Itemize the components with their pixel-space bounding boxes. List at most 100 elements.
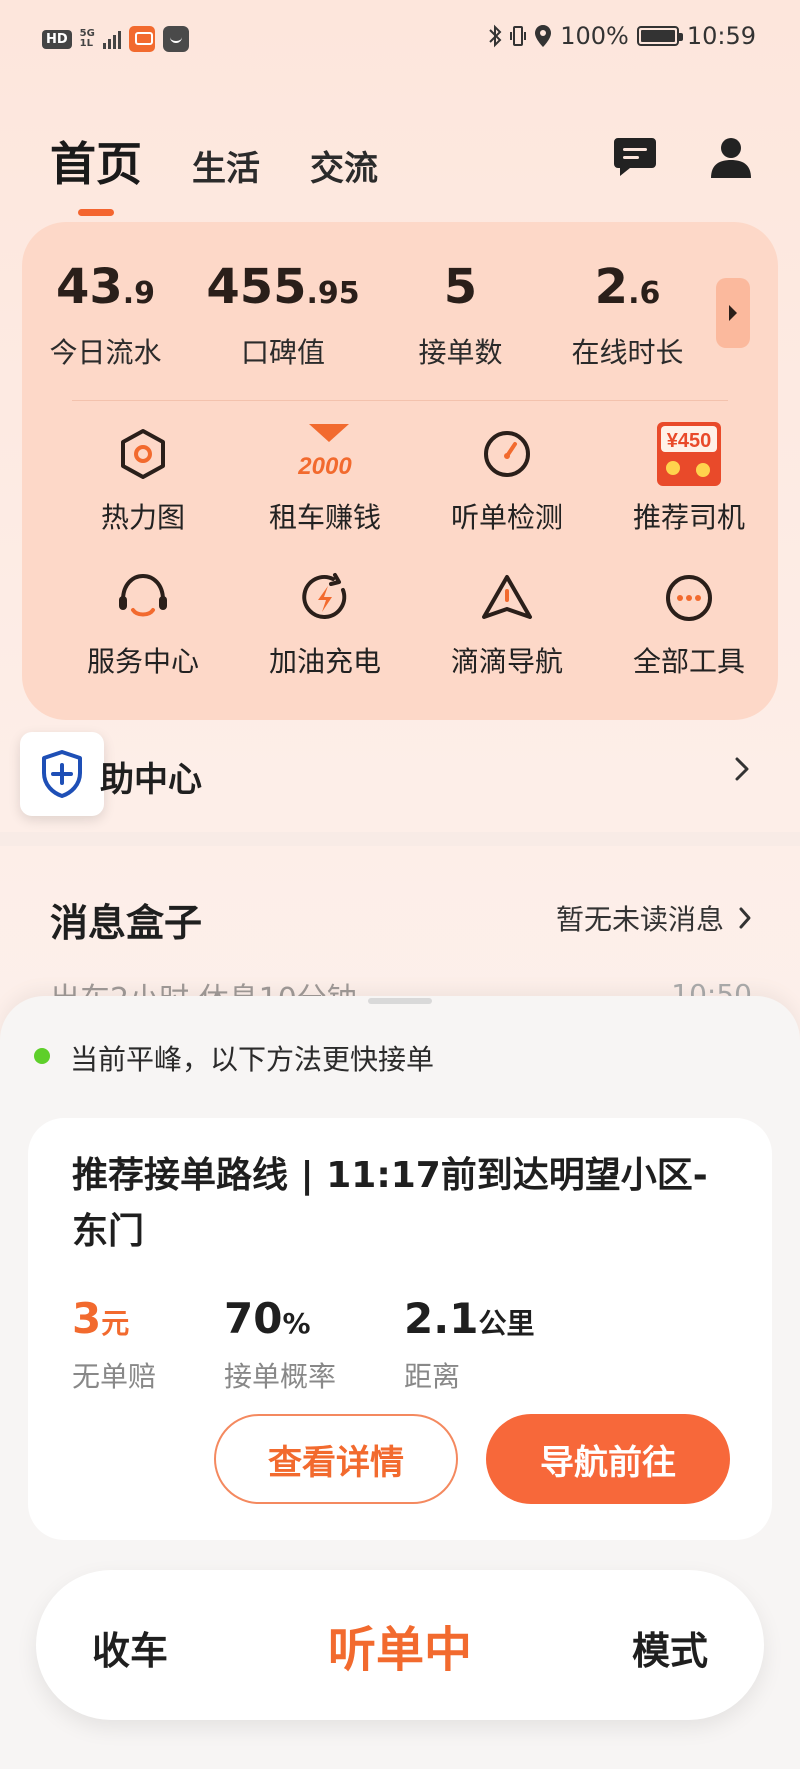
profile-icon[interactable]	[710, 136, 752, 178]
stats-row: 43.9 今日流水 455.95 口碑值 5 接单数 2.6 在线时长	[22, 258, 722, 371]
tool-didi-nav-label: 滴滴导航	[450, 645, 563, 678]
tool-order-check[interactable]: 听单检测	[416, 418, 598, 536]
vibrate-icon	[510, 26, 527, 46]
message-box-status: 暂无未读消息	[555, 903, 724, 936]
battery-percent: 100%	[560, 22, 629, 50]
chevron-right-icon	[729, 305, 737, 321]
stat-reputation-int: 455	[206, 259, 307, 315]
bluetooth-icon	[489, 24, 502, 48]
stat-income-dec: .9	[122, 276, 156, 311]
recommend-driver-450-icon: ¥450	[657, 422, 721, 486]
metric-probability-value: 70	[224, 1294, 283, 1343]
tool-rent-car-label: 租车赚钱	[268, 501, 381, 534]
stat-online-time-label: 在线时长	[571, 336, 684, 369]
tool-service-center-label: 服务中心	[86, 645, 199, 678]
clock: 10:59	[686, 22, 756, 50]
tool-order-check-label: 听单检测	[450, 501, 563, 534]
stat-online-time[interactable]: 2.6 在线时长	[544, 258, 711, 371]
sheet-drag-handle[interactable]	[368, 998, 432, 1004]
safety-title: 助中心	[100, 760, 202, 800]
top-tabs: 首页 生活 交流	[50, 128, 378, 216]
stat-online-time-dec: .6	[628, 276, 661, 311]
stat-orders-label: 接单数	[418, 336, 503, 369]
stat-income[interactable]: 43.9 今日流水	[22, 258, 189, 371]
status-bar: HD 5G 1L 100% 10:59	[0, 0, 800, 80]
tab-community[interactable]: 交流	[310, 141, 378, 190]
recommend-driver-badge: ¥450	[667, 430, 712, 452]
status-dot	[34, 1048, 50, 1064]
chevron-right-icon	[739, 907, 751, 929]
header-icons	[612, 136, 752, 178]
metric-probability: 70% 接单概率	[224, 1294, 336, 1395]
battery-icon	[636, 26, 683, 46]
metric-distance-label: 距离	[404, 1360, 461, 1393]
stat-orders-int: 5	[443, 259, 478, 315]
route-metrics: 3元 无单赔 70% 接单概率 2.1公里 距离	[72, 1294, 602, 1395]
gauge-icon	[484, 431, 530, 477]
tool-didi-nav[interactable]: 滴滴导航	[416, 562, 598, 680]
metric-probability-label: 接单概率	[224, 1360, 337, 1393]
network-type-bottom: 1L	[79, 38, 94, 49]
tab-life[interactable]: 生活	[192, 141, 260, 190]
tool-recommend-driver[interactable]: ¥450 推荐司机	[598, 418, 780, 536]
metric-compensation: 3元 无单赔	[72, 1294, 156, 1395]
metric-probability-unit: %	[282, 1307, 311, 1340]
tool-all-tools[interactable]: 全部工具	[598, 562, 780, 680]
message-app-icon	[162, 26, 189, 52]
metric-compensation-label: 无单赔	[72, 1360, 157, 1393]
stat-income-label: 今日流水	[49, 336, 162, 369]
stats-card: 43.9 今日流水 455.95 口碑值 5 接单数 2.6 在线时长 热力图 …	[22, 222, 778, 720]
headset-icon	[119, 573, 167, 617]
end-shift-button[interactable]: 收车	[92, 1620, 168, 1675]
route-card: 推荐接单路线 | 11:17前到达明望小区-东门 3元 无单赔 70% 接单概率…	[28, 1118, 772, 1540]
signal-icon	[102, 29, 121, 49]
safety-button[interactable]	[20, 732, 104, 816]
stats-more-button[interactable]	[716, 278, 750, 348]
tool-recommend-driver-label: 推荐司机	[632, 501, 745, 534]
stat-online-time-int: 2	[594, 259, 629, 315]
shield-plus-icon	[42, 750, 82, 798]
chevron-right-icon	[735, 757, 749, 781]
metric-distance: 2.1公里 距离	[404, 1294, 534, 1395]
metric-distance-unit: 公里	[478, 1307, 535, 1340]
status-left: HD 5G 1L	[42, 26, 189, 52]
message-box-title: 消息盒子	[50, 901, 203, 945]
navigate-button[interactable]: 导航前往	[486, 1414, 730, 1504]
stat-reputation-label: 口碑值	[240, 336, 325, 369]
listening-button[interactable]: 听单中	[328, 1610, 472, 1680]
mode-button[interactable]: 模式	[632, 1620, 708, 1675]
tool-heatmap[interactable]: 热力图	[52, 418, 234, 536]
tool-all-tools-label: 全部工具	[632, 645, 745, 678]
charge-icon	[302, 573, 347, 619]
tool-service-center[interactable]: 服务中心	[52, 562, 234, 680]
tool-heatmap-label: 热力图	[100, 501, 185, 534]
hd-icon: HD	[42, 29, 72, 49]
tab-home[interactable]: 首页	[50, 128, 142, 216]
safety-center-row[interactable]: 助中心	[0, 720, 800, 830]
bottom-sheet: 当前平峰，以下方法更快接单 推荐接单路线 | 11:17前到达明望小区-东门 3…	[0, 996, 800, 1769]
metric-distance-value: 2.1	[404, 1294, 479, 1343]
tool-grid: 热力图 2000 租车赚钱 听单检测 ¥450 推荐司机 服务中心 加油充电 滴…	[52, 418, 782, 680]
network-type-icon: 5G 1L	[80, 29, 95, 49]
didi-app-icon	[128, 26, 155, 52]
stat-reputation[interactable]: 455.95 口碑值	[189, 258, 377, 371]
message-icon[interactable]	[612, 136, 658, 178]
stat-reputation-dec: .95	[306, 276, 360, 311]
navigation-icon	[482, 575, 532, 619]
peak-status-text: 当前平峰，以下方法更快接单	[70, 1043, 435, 1076]
location-icon	[535, 25, 552, 47]
stat-income-int: 43	[55, 259, 123, 315]
stat-orders[interactable]: 5 接单数	[377, 258, 544, 371]
view-details-button[interactable]: 查看详情	[214, 1414, 458, 1504]
heatmap-icon	[121, 429, 165, 479]
message-box-link[interactable]: 暂无未读消息	[556, 898, 752, 938]
more-tools-icon	[666, 575, 712, 621]
metric-compensation-unit: 元	[101, 1307, 130, 1340]
tool-fuel-charge[interactable]: 加油充电	[234, 562, 416, 680]
tool-rent-car[interactable]: 2000 租车赚钱	[234, 418, 416, 536]
metric-compensation-value: 3	[72, 1294, 102, 1343]
route-title: 推荐接单路线 | 11:17前到达明望小区-东门	[72, 1155, 708, 1252]
status-right: 100% 10:59	[488, 22, 756, 50]
section-divider	[0, 832, 800, 846]
bottom-action-bar: 收车 听单中 模式	[36, 1570, 764, 1720]
